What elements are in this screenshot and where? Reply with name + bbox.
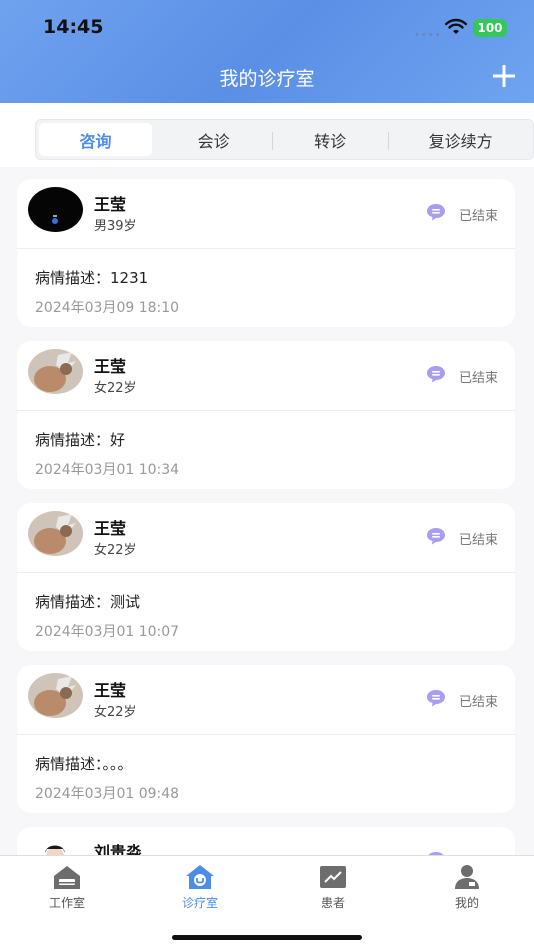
status-badge: 已结束 xyxy=(459,533,499,548)
profile-icon xyxy=(455,865,479,889)
avatar xyxy=(28,187,83,232)
patient-gender-age: 女22岁 xyxy=(94,705,137,720)
consultation-card[interactable]: 王莹 女22岁 已结束 病情描述：测试 2024年03月01 10:07 xyxy=(17,503,515,651)
chat-bubble-icon[interactable] xyxy=(426,365,446,383)
condition-description: 病情描述：1231 xyxy=(35,269,149,287)
patients-icon xyxy=(320,866,346,888)
consultation-list: 王莹 男39岁 已结束 病情描述：1231 2024年03月09 18:10 王… xyxy=(0,167,534,855)
patient-name: 王莹 xyxy=(94,357,127,376)
tab-referral[interactable]: 转诊 xyxy=(272,120,388,159)
nav-clinic[interactable]: 诊疗室 xyxy=(160,862,240,911)
clinic-icon xyxy=(186,865,214,889)
status-badge: 已结束 xyxy=(459,695,499,710)
avatar xyxy=(28,835,83,855)
patient-name: 王莹 xyxy=(94,519,127,538)
patient-name: 王莹 xyxy=(94,681,127,700)
workspace-icon xyxy=(54,866,80,889)
avatar xyxy=(28,349,83,394)
consultation-date: 2024年03月01 10:34 xyxy=(35,462,180,478)
status-badge: 已结束 xyxy=(459,209,499,224)
divider xyxy=(17,410,515,411)
divider xyxy=(17,572,515,573)
header-bar: 14:45 •••• 100 我的诊疗室 xyxy=(0,0,534,103)
divider xyxy=(17,248,515,249)
chat-bubble-icon[interactable] xyxy=(426,527,446,545)
condition-description: 病情描述：好 xyxy=(35,431,126,449)
patient-gender-age: 女22岁 xyxy=(94,381,137,396)
page-title: 我的诊疗室 xyxy=(219,68,315,90)
consultation-card[interactable]: 王莹 男39岁 已结束 病情描述：1231 2024年03月09 18:10 xyxy=(17,179,515,327)
battery-indicator: 100 xyxy=(473,19,507,37)
status-time: 14:45 xyxy=(43,16,104,38)
tab-followup-prescription[interactable]: 复诊续方 xyxy=(388,120,533,159)
status-badge: 已结束 xyxy=(459,371,499,386)
avatar xyxy=(28,673,83,718)
consultation-date: 2024年03月01 09:48 xyxy=(35,786,180,802)
condition-description: 病情描述：测试 xyxy=(35,593,141,611)
consultation-card[interactable]: 王莹 女22岁 已结束 病情描述：。。。 2024年03月01 09:48 xyxy=(17,665,515,813)
tab-consult[interactable]: 咨询 xyxy=(39,123,153,156)
tab-consultation-meeting[interactable]: 会诊 xyxy=(155,120,272,159)
avatar xyxy=(28,511,83,556)
consultation-date: 2024年03月09 18:10 xyxy=(35,300,180,316)
patient-gender-age: 女22岁 xyxy=(94,543,137,558)
condition-description: 病情描述：。。。 xyxy=(35,755,133,773)
home-indicator xyxy=(172,935,362,940)
patient-name: 刘贵淼 xyxy=(94,843,143,855)
segmented-tabs: 咨询 会诊 转诊 复诊续方 xyxy=(35,119,534,160)
tabs-section: 咨询 会诊 转诊 复诊续方 xyxy=(0,103,534,167)
patient-name: 王莹 xyxy=(94,195,127,214)
wifi-icon xyxy=(445,18,467,34)
chat-bubble-icon[interactable] xyxy=(426,203,446,221)
nav-workspace[interactable]: 工作室 xyxy=(27,862,107,911)
signal-dots-icon: •••• xyxy=(414,30,442,41)
consultation-card[interactable]: 刘贵淼 xyxy=(17,827,515,855)
status-bar: 14:45 •••• 100 xyxy=(0,0,534,56)
plus-icon[interactable] xyxy=(490,62,518,90)
consultation-card[interactable]: 王莹 女22岁 已结束 病情描述：好 2024年03月01 10:34 xyxy=(17,341,515,489)
divider xyxy=(17,734,515,735)
nav-patients[interactable]: 患者 xyxy=(293,862,373,911)
consultation-date: 2024年03月01 10:07 xyxy=(35,624,180,640)
nav-profile[interactable]: 我的 xyxy=(427,862,507,911)
chat-bubble-icon[interactable] xyxy=(426,689,446,707)
patient-gender-age: 男39岁 xyxy=(94,219,137,234)
